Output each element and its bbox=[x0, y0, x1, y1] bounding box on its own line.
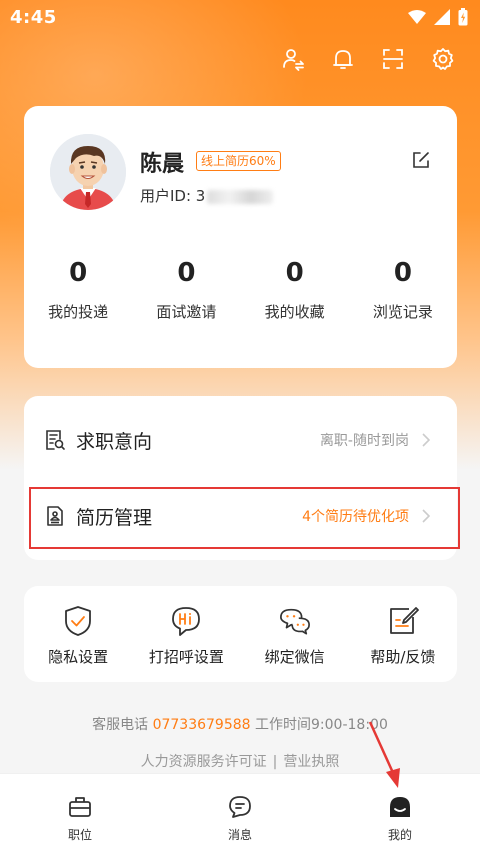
profile-face-icon bbox=[387, 794, 413, 820]
tools-card: 隐私设置 打招呼设置 绑定微信 帮助/反馈 bbox=[24, 586, 457, 682]
link-separator: | bbox=[272, 754, 278, 770]
tab-jobs[interactable]: 职位 bbox=[0, 774, 160, 853]
user-name: 陈晨 bbox=[140, 152, 185, 177]
tab-mine[interactable]: 我的 bbox=[320, 774, 480, 853]
tool-greeting-settings[interactable]: 打招呼设置 bbox=[132, 586, 240, 682]
resume-doc-icon bbox=[44, 505, 66, 527]
tab-messages[interactable]: 消息 bbox=[160, 774, 320, 853]
menu-value: 离职-随时到岗 bbox=[319, 433, 409, 449]
stat-value: 0 bbox=[285, 258, 304, 288]
menu-label: 求职意向 bbox=[76, 430, 153, 453]
status-bar: 4:45 bbox=[0, 0, 480, 34]
avatar[interactable] bbox=[50, 134, 126, 210]
stat-history[interactable]: 0 浏览记录 bbox=[349, 256, 457, 322]
chevron-right-icon bbox=[422, 433, 431, 447]
switch-identity-icon[interactable] bbox=[280, 46, 306, 72]
stat-interviews[interactable]: 0 面试邀请 bbox=[132, 256, 240, 322]
tool-bind-wechat[interactable]: 绑定微信 bbox=[241, 586, 349, 682]
stat-label: 我的投递 bbox=[48, 303, 109, 321]
stat-applications[interactable]: 0 我的投递 bbox=[24, 256, 132, 322]
license-links: 人力资源服务许可证 | 营业执照 bbox=[0, 751, 480, 771]
tool-label: 帮助/反馈 bbox=[370, 648, 436, 666]
menu-label: 简历管理 bbox=[76, 506, 153, 529]
service-hours: 工作时间9:00-18:00 bbox=[255, 717, 388, 733]
stat-label: 我的收藏 bbox=[264, 303, 325, 321]
hr-license-link[interactable]: 人力资源服务许可证 bbox=[141, 754, 267, 770]
shield-check-icon bbox=[62, 605, 94, 637]
stat-label: 面试邀请 bbox=[156, 303, 217, 321]
customer-service: 客服电话 07733679588 工作时间9:00-18:00 bbox=[0, 714, 480, 734]
user-id: 用户ID: 3 bbox=[140, 185, 274, 206]
user-id-text: 用户ID: 3 bbox=[140, 187, 206, 205]
bottom-tab-bar: 职位 消息 我的 bbox=[0, 773, 480, 853]
top-actions bbox=[280, 46, 456, 72]
menu-item-resume-management[interactable]: 简历管理 4个简历待优化项 bbox=[24, 478, 457, 554]
wechat-icon bbox=[279, 605, 311, 637]
tool-label: 隐私设置 bbox=[48, 648, 109, 666]
wifi-icon bbox=[408, 10, 426, 24]
stats-row: 0 我的投递 0 面试邀请 0 我的收藏 0 浏览记录 bbox=[24, 256, 457, 322]
bell-icon[interactable] bbox=[330, 46, 356, 72]
settings-gear-icon[interactable] bbox=[430, 46, 456, 72]
stat-value: 0 bbox=[69, 258, 88, 288]
stat-label: 浏览记录 bbox=[372, 303, 433, 321]
status-time: 4:45 bbox=[10, 6, 57, 28]
stat-favorites[interactable]: 0 我的收藏 bbox=[241, 256, 349, 322]
profile-card: 陈晨 线上简历60% 用户ID: 3 0 我的投递 0 面试邀请 0 我的收藏 0 浏览… bbox=[24, 106, 457, 368]
menu-value: 4个简历待优化项 bbox=[302, 509, 409, 525]
resume-completeness-badge[interactable]: 线上简历60% bbox=[196, 151, 281, 171]
business-license-link[interactable]: 营业执照 bbox=[283, 754, 339, 770]
tab-label: 消息 bbox=[227, 828, 252, 842]
tool-privacy-settings[interactable]: 隐私设置 bbox=[24, 586, 132, 682]
chevron-right-icon bbox=[422, 509, 431, 523]
tab-label: 我的 bbox=[387, 828, 412, 842]
service-phone-number[interactable]: 07733679588 bbox=[153, 717, 251, 733]
service-phone-label: 客服电话 bbox=[92, 717, 149, 733]
stat-value: 0 bbox=[177, 258, 196, 288]
user-id-redacted bbox=[207, 189, 274, 204]
hi-bubble-icon bbox=[170, 605, 202, 637]
edit-note-icon bbox=[387, 605, 419, 637]
battery-icon bbox=[458, 8, 468, 26]
tool-help-feedback[interactable]: 帮助/反馈 bbox=[349, 586, 457, 682]
stat-value: 0 bbox=[393, 258, 412, 288]
menu-item-job-intention[interactable]: 求职意向 离职-随时到岗 bbox=[24, 402, 457, 478]
scan-icon[interactable] bbox=[380, 46, 406, 72]
chat-icon bbox=[227, 794, 253, 820]
edit-profile-icon[interactable] bbox=[411, 150, 431, 170]
tab-label: 职位 bbox=[67, 828, 92, 842]
briefcase-icon bbox=[67, 794, 93, 820]
job-intention-icon bbox=[44, 429, 66, 451]
tool-label: 绑定微信 bbox=[264, 648, 325, 666]
signal-icon bbox=[434, 9, 450, 25]
tool-label: 打招呼设置 bbox=[148, 648, 224, 666]
menu-card: 求职意向 离职-随时到岗 简历管理 4个简历待优化项 bbox=[24, 396, 457, 560]
